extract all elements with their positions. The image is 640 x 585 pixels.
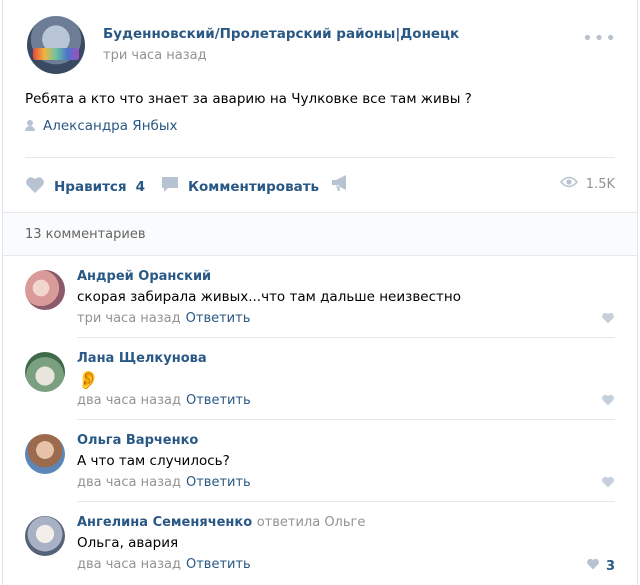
comment-time[interactable]: два часа назад: [77, 475, 181, 490]
avatar[interactable]: [25, 352, 65, 392]
megaphone-icon: [331, 174, 351, 196]
eye-icon: [559, 176, 578, 192]
heart-icon: [601, 394, 615, 410]
comment-item: Андрей Оранский скорая забирала живых...…: [3, 256, 637, 338]
group-name-link[interactable]: Буденновский/Пролетарский районы|Донецк: [103, 26, 459, 42]
comment-meta: два часа назад Ответить: [77, 557, 251, 572]
avatar[interactable]: [25, 434, 65, 474]
divider: [25, 157, 615, 158]
post-actions: Нравится 4 Комментировать 1.5K: [25, 172, 615, 198]
comment-text: А что там случилось?: [77, 453, 230, 469]
post-header: Буденновский/Пролетарский районы|Донецк …: [23, 16, 623, 76]
avatar[interactable]: [25, 270, 65, 310]
reply-button[interactable]: Ответить: [186, 311, 251, 326]
more-dots-icon[interactable]: •••: [582, 28, 617, 49]
views-count: 1.5K: [585, 176, 615, 192]
comment-like-button[interactable]: [601, 312, 615, 328]
heart-icon: [25, 176, 45, 198]
reply-button[interactable]: Ответить: [186, 393, 251, 408]
ear-emoji: 👂: [77, 370, 100, 391]
comment-time[interactable]: два часа назад: [77, 393, 181, 408]
share-button[interactable]: [331, 174, 351, 196]
comment-time[interactable]: два часа назад: [77, 557, 181, 572]
comment-meta: два часа назад Ответить: [77, 475, 251, 490]
comments-count[interactable]: 13 комментариев: [25, 227, 146, 242]
comment-time[interactable]: три часа назад: [77, 311, 181, 326]
comment-meta: два часа назад Ответить: [77, 393, 251, 408]
post-card: Буденновский/Пролетарский районы|Донецк …: [2, 0, 638, 585]
post-author-name[interactable]: Александра Янбых: [43, 118, 178, 134]
comment-text: скорая забирала живых...что там дальше н…: [77, 289, 461, 305]
comment-author[interactable]: Ольга Варченко: [77, 433, 198, 448]
comment-button[interactable]: Комментировать: [161, 176, 319, 197]
comment-item: Ольга Варченко А что там случилось? два …: [3, 420, 637, 502]
comment-author[interactable]: Лана Щелкунова: [77, 351, 207, 366]
post-time[interactable]: три часа назад: [103, 48, 207, 63]
comment-like-button[interactable]: 3: [586, 558, 615, 574]
reply-to-label[interactable]: ответила Ольге: [257, 515, 366, 530]
comment-meta: три часа назад Ответить: [77, 311, 250, 326]
comment-author[interactable]: Андрей Оранский: [77, 269, 211, 284]
comment-text: Ольга, авария: [77, 535, 179, 551]
comments-header: 13 комментариев: [3, 213, 637, 255]
heart-icon: [601, 312, 615, 328]
group-avatar[interactable]: [27, 16, 85, 74]
like-button[interactable]: Нравится 4: [25, 176, 145, 198]
comment-author[interactable]: Ангелина Семеняченко ответила Ольге: [77, 515, 365, 530]
views-counter: 1.5K: [559, 176, 615, 192]
comment-like-count: 3: [605, 558, 615, 574]
comment-icon: [161, 176, 179, 197]
comment-like-button[interactable]: [601, 476, 615, 492]
like-count: 4: [135, 179, 145, 195]
post-author[interactable]: Александра Янбых: [25, 118, 178, 134]
comment-like-button[interactable]: [601, 394, 615, 410]
post-text: Ребята а кто что знает за аварию на Чулк…: [25, 91, 472, 107]
comment-label: Комментировать: [188, 178, 320, 195]
comment-item: Лана Щелкунова 👂 два часа назад Ответить: [3, 338, 637, 420]
user-icon: [25, 120, 35, 131]
avatar[interactable]: [25, 516, 65, 556]
reply-button[interactable]: Ответить: [186, 557, 251, 572]
like-label: Нравится: [54, 179, 127, 195]
reply-button[interactable]: Ответить: [186, 475, 251, 490]
heart-icon: [586, 558, 600, 574]
comment-item: Ангелина Семеняченко ответила Ольге Ольг…: [3, 502, 637, 584]
heart-icon: [601, 476, 615, 492]
